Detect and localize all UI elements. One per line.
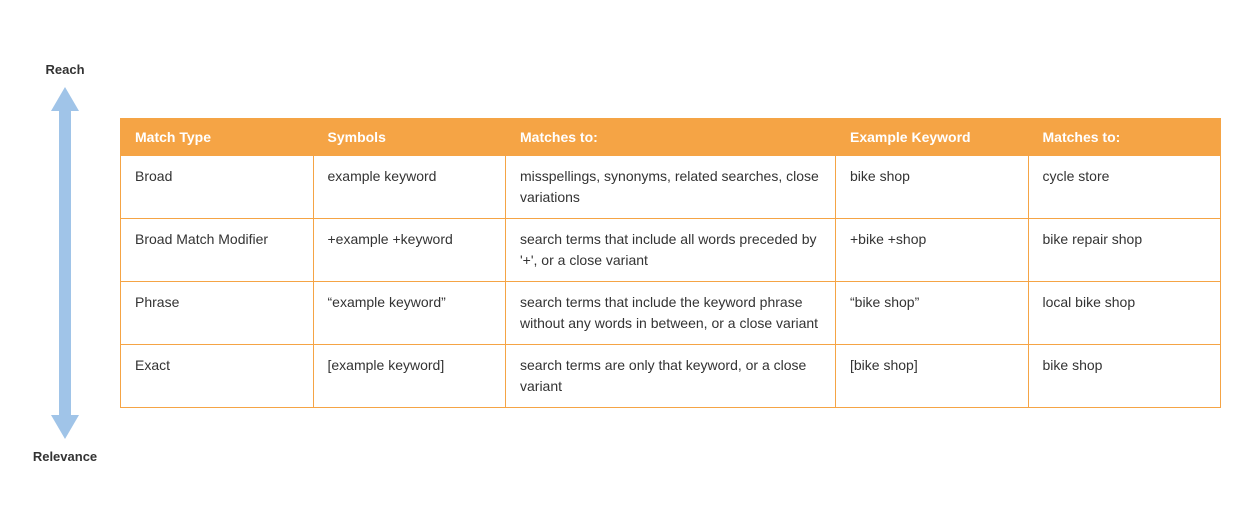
matches-to2-cell: local bike shop bbox=[1028, 282, 1221, 345]
matches-to-cell: search terms that include all words prec… bbox=[506, 219, 836, 282]
header-matches-to2: Matches to: bbox=[1028, 119, 1221, 156]
matches-to-cell: search terms that include the keyword ph… bbox=[506, 282, 836, 345]
header-symbols: Symbols bbox=[313, 119, 506, 156]
match-type-cell: Exact bbox=[121, 345, 314, 408]
symbols-cell: example keyword bbox=[313, 156, 506, 219]
table-header: Match Type Symbols Matches to: Example K… bbox=[121, 119, 1221, 156]
table-row: Phrase“example keyword”search terms that… bbox=[121, 282, 1221, 345]
match-type-cell: Broad bbox=[121, 156, 314, 219]
symbols-cell: [example keyword] bbox=[313, 345, 506, 408]
table-row: Broad Match Modifier+example +keywordsea… bbox=[121, 219, 1221, 282]
symbols-cell: +example +keyword bbox=[313, 219, 506, 282]
page-wrapper: Reach Relevance Match Type Symbols Match… bbox=[0, 42, 1251, 484]
example-keyword-cell: bike shop bbox=[836, 156, 1029, 219]
header-match-type: Match Type bbox=[121, 119, 314, 156]
reach-label: Reach bbox=[45, 62, 84, 77]
table-row: Exact[example keyword]search terms are o… bbox=[121, 345, 1221, 408]
match-type-cell: Phrase bbox=[121, 282, 314, 345]
table-row: Broadexample keywordmisspellings, synony… bbox=[121, 156, 1221, 219]
match-type-cell: Broad Match Modifier bbox=[121, 219, 314, 282]
table-body: Broadexample keywordmisspellings, synony… bbox=[121, 156, 1221, 408]
example-keyword-cell: “bike shop” bbox=[836, 282, 1029, 345]
symbols-cell: “example keyword” bbox=[313, 282, 506, 345]
relevance-label: Relevance bbox=[33, 449, 97, 464]
matches-to-cell: search terms are only that keyword, or a… bbox=[506, 345, 836, 408]
reach-relevance-arrow: Reach Relevance bbox=[30, 62, 100, 464]
match-type-table: Match Type Symbols Matches to: Example K… bbox=[120, 118, 1221, 408]
matches-to2-cell: bike shop bbox=[1028, 345, 1221, 408]
example-keyword-cell: +bike +shop bbox=[836, 219, 1029, 282]
matches-to-cell: misspellings, synonyms, related searches… bbox=[506, 156, 836, 219]
matches-to2-cell: bike repair shop bbox=[1028, 219, 1221, 282]
example-keyword-cell: [bike shop] bbox=[836, 345, 1029, 408]
header-example-keyword: Example Keyword bbox=[836, 119, 1029, 156]
arrow-icon bbox=[47, 83, 83, 443]
header-matches-to: Matches to: bbox=[506, 119, 836, 156]
matches-to2-cell: cycle store bbox=[1028, 156, 1221, 219]
